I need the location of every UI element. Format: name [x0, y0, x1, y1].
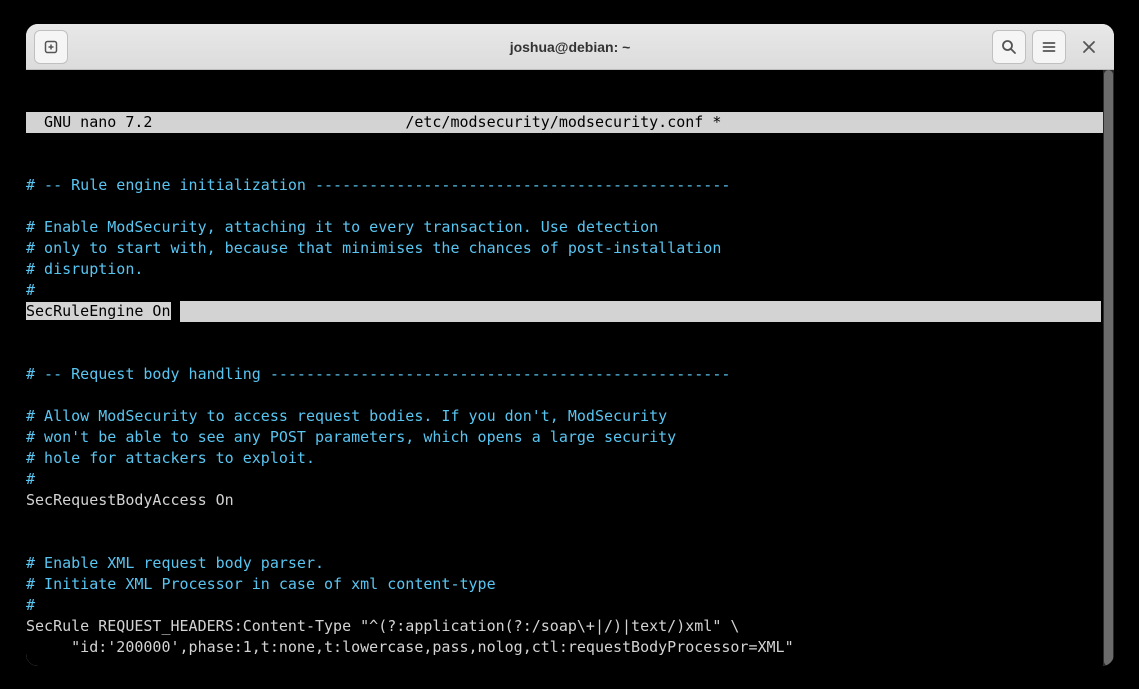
scrollbar-thumb[interactable] — [1104, 70, 1113, 666]
titlebar: joshua@debian: ~ — [26, 24, 1114, 70]
editor-line: SecRequestBodyAccess On — [26, 490, 1103, 511]
editor-line: SecRuleEngine On — [26, 301, 1103, 322]
editor-line: # disruption. — [26, 259, 1103, 280]
editor-line — [26, 322, 1103, 343]
editor-line: # Allow ModSecurity to access request bo… — [26, 406, 1103, 427]
editor-line: "id:'200000',phase:1,t:none,t:lowercase,… — [26, 637, 1103, 658]
window-title: joshua@debian: ~ — [26, 39, 1114, 55]
nano-filename: /etc/modsecurity/modsecurity.conf * — [405, 113, 721, 131]
editor-line — [26, 511, 1103, 532]
terminal-window: joshua@debian: ~ — [26, 24, 1114, 666]
scrollbar[interactable] — [1103, 70, 1114, 666]
editor-line: # — [26, 469, 1103, 490]
editor-line: # Enable XML request body parser. — [26, 553, 1103, 574]
menu-button[interactable] — [1032, 30, 1066, 64]
editor-line: # won't be able to see any POST paramete… — [26, 427, 1103, 448]
editor-line: # -- Rule engine initialization --------… — [26, 175, 1103, 196]
hamburger-icon — [1041, 39, 1057, 55]
close-button[interactable] — [1072, 30, 1106, 64]
editor-line: # Enable ModSecurity, attaching it to ev… — [26, 217, 1103, 238]
editor-line: # — [26, 595, 1103, 616]
editor-line: # hole for attackers to exploit. — [26, 448, 1103, 469]
new-tab-icon — [43, 39, 59, 55]
editor-line — [26, 658, 1103, 666]
terminal-area[interactable]: GNU nano 7.2 /etc/modsecurity/modsecurit… — [26, 70, 1114, 666]
editor-line: # — [26, 280, 1103, 301]
nano-version: GNU nano 7.2 — [26, 113, 152, 131]
search-button[interactable] — [992, 30, 1026, 64]
editor-line: # only to start with, because that minim… — [26, 238, 1103, 259]
close-icon — [1082, 40, 1096, 54]
editor-line — [26, 532, 1103, 553]
nano-header: GNU nano 7.2 /etc/modsecurity/modsecurit… — [26, 112, 1103, 133]
editor-line: # Initiate XML Processor in case of xml … — [26, 574, 1103, 595]
editor-content: # -- Rule engine initialization --------… — [26, 175, 1103, 666]
editor-line: # -- Request body handling -------------… — [26, 364, 1103, 385]
new-tab-button[interactable] — [34, 30, 68, 64]
editor-line — [26, 343, 1103, 364]
editor-line: SecRule REQUEST_HEADERS:Content-Type "^(… — [26, 616, 1103, 637]
search-icon — [1001, 39, 1017, 55]
editor-line — [26, 385, 1103, 406]
editor-line — [26, 196, 1103, 217]
